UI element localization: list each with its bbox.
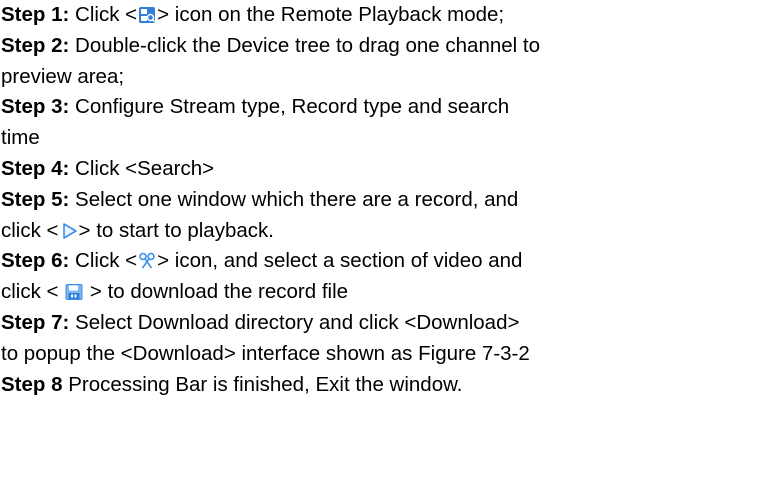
- instruction-list: Step 1: Click < > icon on the Remote Play…: [1, 0, 781, 400]
- step-6-line-2: click < > to download the record file: [1, 277, 781, 308]
- step-6-text-c: click <: [1, 280, 65, 304]
- step-2-label: Step 2:: [1, 33, 70, 57]
- step-7-line-2: to popup the <Download> interface shown …: [1, 339, 781, 370]
- step-7-text-b: to popup the <Download> interface shown …: [1, 341, 530, 365]
- step-4-text-a: Click <Search>: [69, 156, 215, 180]
- remote-playback-search-icon: [138, 6, 156, 24]
- step-4-line-1: Step 4: Click <Search>: [1, 154, 781, 185]
- step-7-line-1: Step 7: Select Download directory and cl…: [1, 308, 781, 339]
- step-2-text-a: Double-click the Device tree to drag one…: [69, 33, 540, 57]
- step-5-line-2: click < > to start to playback.: [1, 216, 781, 247]
- step-6-text-a: Click <: [69, 249, 138, 273]
- play-icon: [60, 222, 78, 240]
- step-5-text-a: Select one window which there are a reco…: [69, 187, 519, 211]
- step-4-label: Step 4:: [1, 156, 70, 180]
- step-1-label: Step 1:: [1, 3, 70, 26]
- step-6-line-1: Step 6: Click < > icon, and select a sect…: [1, 246, 781, 277]
- save-icon: [65, 283, 83, 301]
- step-3-text-b: time: [1, 126, 40, 150]
- step-6-text-d: > to download the record file: [84, 280, 349, 304]
- step-3-text-a: Configure Stream type, Record type and s…: [69, 95, 510, 119]
- step-1-text-a: Click <: [69, 3, 138, 26]
- step-3-line-2: time: [1, 123, 781, 154]
- step-5-text-c: > to start to playback.: [78, 218, 274, 242]
- step-1-text-b: > icon on the Remote Playback mode;: [157, 3, 505, 26]
- scissors-icon: [138, 252, 156, 270]
- step-7-text-a: Select Download directory and click <Dow…: [69, 310, 520, 334]
- step-2-text-b: preview area;: [1, 64, 125, 88]
- step-1-line-1: Step 1: Click < > icon on the Remote Play…: [1, 0, 781, 31]
- step-8-label: Step 8: [1, 372, 63, 396]
- step-6-text-b: > icon, and select a section of video an…: [157, 249, 523, 273]
- step-3-line-1: Step 3: Configure Stream type, Record ty…: [1, 92, 781, 123]
- step-7-label: Step 7:: [1, 310, 70, 334]
- step-5-line-1: Step 5: Select one window which there ar…: [1, 185, 781, 216]
- step-8-text-a: Processing Bar is finished, Exit the win…: [62, 372, 463, 396]
- step-5-label: Step 5:: [1, 187, 70, 211]
- step-2-line-2: preview area;: [1, 62, 781, 93]
- step-3-label: Step 3:: [1, 95, 70, 119]
- step-8-line-1: Step 8 Processing Bar is finished, Exit …: [1, 370, 781, 401]
- step-5-text-b: click <: [1, 218, 59, 242]
- step-2-line-1: Step 2: Double-click the Device tree to …: [1, 31, 781, 62]
- step-6-label: Step 6:: [1, 249, 70, 273]
